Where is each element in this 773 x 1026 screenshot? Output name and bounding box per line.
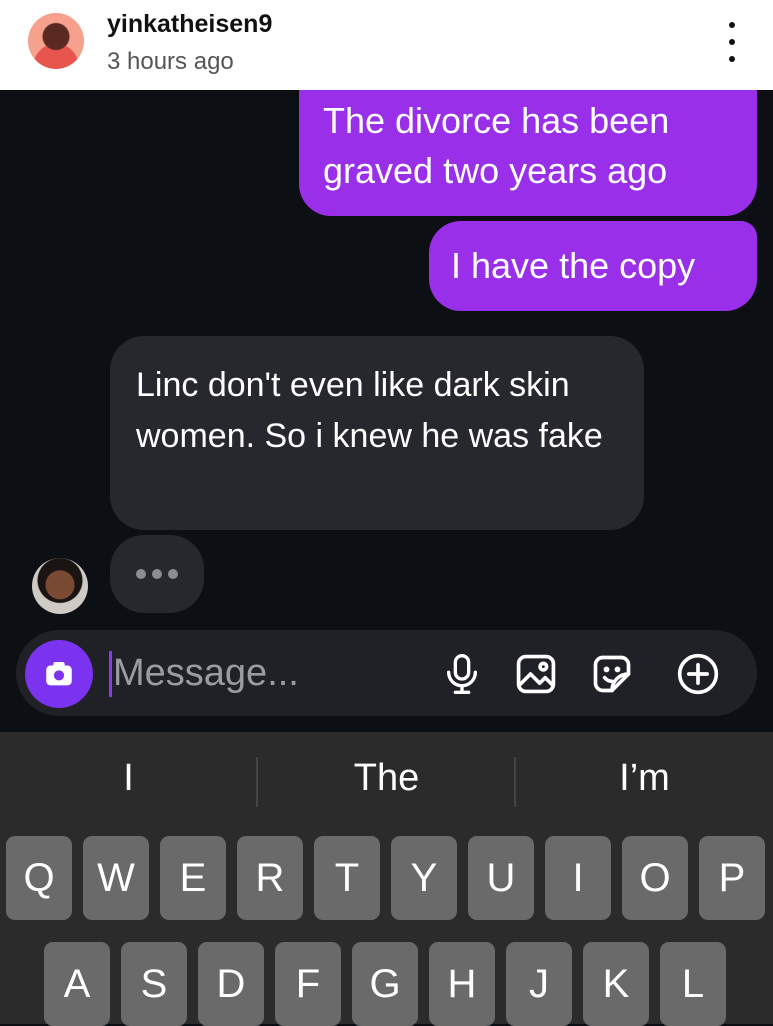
typing-indicator (110, 535, 204, 613)
microphone-icon[interactable] (438, 650, 486, 698)
sticker-icon[interactable] (588, 650, 636, 698)
last-active-timestamp: 3 hours ago (107, 48, 234, 75)
key-s[interactable]: S (121, 942, 187, 1026)
received-message[interactable]: Linc don't even like dark skin women. So… (110, 336, 644, 530)
key-g[interactable]: G (352, 942, 418, 1026)
key-o[interactable]: O (622, 836, 688, 920)
key-q[interactable]: Q (6, 836, 72, 920)
image-icon[interactable] (512, 650, 560, 698)
avatar[interactable] (28, 13, 84, 69)
key-p[interactable]: P (699, 836, 765, 920)
suggestion-item[interactable]: I (0, 757, 257, 807)
key-u[interactable]: U (468, 836, 534, 920)
suggestion-item[interactable]: I’m (516, 757, 773, 807)
message-input[interactable] (113, 648, 413, 698)
chat-header: yinkatheisen9 3 hours ago (0, 0, 773, 90)
suggestion-item[interactable]: The (258, 757, 515, 807)
key-w[interactable]: W (83, 836, 149, 920)
username[interactable]: yinkatheisen9 (107, 10, 272, 39)
key-d[interactable]: D (198, 942, 264, 1026)
camera-icon (46, 661, 72, 686)
key-t[interactable]: T (314, 836, 380, 920)
key-e[interactable]: E (160, 836, 226, 920)
text-cursor (109, 651, 112, 697)
sent-message[interactable]: I have the copy (429, 221, 757, 311)
key-h[interactable]: H (429, 942, 495, 1026)
camera-button[interactable] (25, 640, 93, 708)
key-y[interactable]: Y (391, 836, 457, 920)
key-f[interactable]: F (275, 942, 341, 1026)
plus-circle-icon[interactable] (674, 650, 722, 698)
key-a[interactable]: A (44, 942, 110, 1026)
more-vertical-icon[interactable] (718, 22, 746, 62)
key-l[interactable]: L (660, 942, 726, 1026)
key-j[interactable]: J (506, 942, 572, 1026)
key-r[interactable]: R (237, 836, 303, 920)
sent-message[interactable]: The divorce has been graved two years ag… (299, 90, 757, 216)
key-i[interactable]: I (545, 836, 611, 920)
sender-avatar (32, 558, 88, 614)
key-k[interactable]: K (583, 942, 649, 1026)
